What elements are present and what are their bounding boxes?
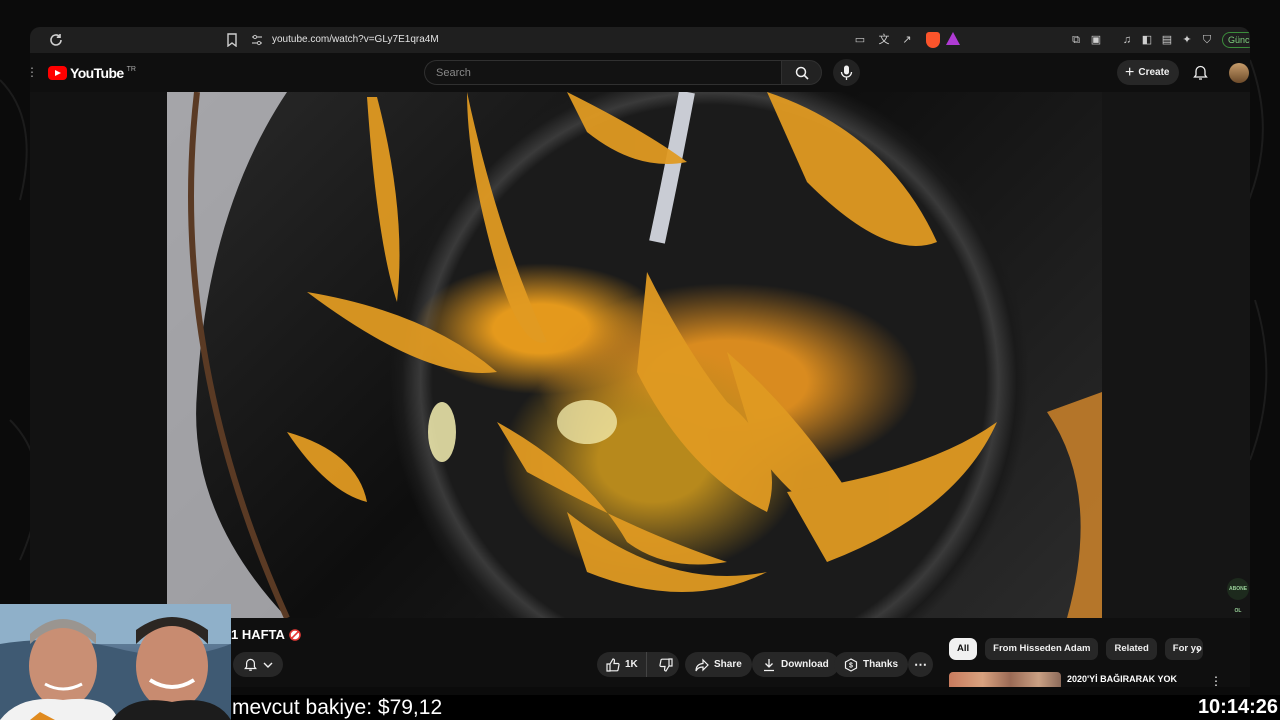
bell-icon[interactable] [1193, 65, 1208, 81]
menu-dots-icon[interactable]: ⋮ [1210, 674, 1222, 687]
like-dislike-group: 1K [597, 652, 679, 677]
thanks-icon: $ [844, 657, 858, 672]
dislike-icon [658, 657, 673, 672]
wallet-icon[interactable]: ▤ [1160, 33, 1174, 47]
video-thumbnail[interactable] [949, 672, 1061, 687]
brave-shields-icon[interactable] [926, 32, 940, 48]
chip-all[interactable]: All [949, 638, 978, 660]
more-actions-button[interactable]: ⋯ [908, 652, 933, 677]
no-entry-icon [289, 628, 301, 641]
media-icon[interactable]: ♫ [1120, 33, 1134, 47]
download-button[interactable]: Download [752, 652, 839, 677]
country-code: TR [126, 65, 136, 73]
youtube-logo-text: YouTube [70, 65, 124, 81]
cast-icon[interactable]: ▭ [853, 33, 867, 47]
recommendation-title[interactable]: 2020'Yİ BAĞIRARAK YOK ETMEKLE! -SENE 202… [1067, 673, 1187, 687]
plus-icon: + [1125, 63, 1135, 81]
leo-icon[interactable]: ▣ [1089, 33, 1103, 47]
ai-icon[interactable]: ✦ [1180, 33, 1194, 47]
search-icon [795, 66, 809, 80]
chevron-down-icon [263, 662, 272, 668]
webcam-overlay [0, 604, 231, 720]
search-box [424, 60, 781, 85]
youtube-logo[interactable]: YouTube TR [48, 65, 136, 81]
video-player[interactable] [167, 92, 1102, 618]
bell-icon [243, 658, 257, 671]
more-icon: ⋯ [914, 656, 927, 672]
notification-bell-button[interactable] [233, 652, 283, 677]
download-label: Download [781, 659, 829, 670]
share-icon [695, 658, 709, 671]
share-page-icon[interactable]: ↗ [900, 33, 914, 47]
video-title-text: 1 HAFTA [231, 627, 285, 642]
subscribe-badge[interactable]: ABONE OL [1227, 578, 1249, 614]
menu-dots-icon[interactable]: ⋮ [30, 65, 38, 79]
mic-icon [840, 65, 853, 80]
download-icon [764, 658, 774, 671]
create-label: Create [1138, 67, 1170, 78]
update-button[interactable]: Günc [1222, 32, 1250, 48]
youtube-header: ⋮ YouTube TR + Create [30, 53, 1250, 91]
chevron-right-icon[interactable]: › [1196, 641, 1201, 657]
thanks-label: Thanks [863, 659, 899, 670]
search-input[interactable] [425, 61, 781, 84]
sidebar-toggle-icon[interactable]: ◧ [1140, 33, 1154, 47]
share-label: Share [714, 659, 742, 670]
clock: 10:14:26 [1190, 695, 1280, 720]
search-button[interactable] [781, 60, 822, 85]
balance-text: mevcut bakiye: $79,12 [232, 696, 443, 719]
like-button[interactable]: 1K [597, 652, 647, 677]
extensions-icon[interactable]: ⧉ [1069, 33, 1083, 47]
list-item[interactable]: 2020'Yİ BAĞIRARAK YOK ETMEKLE! -SENE 202… [949, 672, 1229, 687]
like-count: 1K [625, 659, 638, 670]
site-info-icon[interactable] [250, 33, 264, 47]
translate-icon[interactable]: 文 [877, 33, 891, 47]
thanks-button[interactable]: $ Thanks [834, 652, 909, 677]
chip-related[interactable]: Related [1106, 638, 1157, 660]
bookmark-icon[interactable] [226, 33, 238, 47]
address-bar-url[interactable]: youtube.com/watch?v=GLy7E1qra4M [272, 34, 439, 45]
like-icon [606, 657, 620, 672]
chip-from-channel[interactable]: From Hisseden Adam [985, 638, 1099, 660]
ambient-left [30, 92, 167, 618]
recommendation-chips: All From Hisseden Adam Related For yo [949, 638, 1203, 660]
avatar[interactable] [1229, 63, 1249, 83]
voice-search-button[interactable] [833, 59, 860, 86]
brave-rewards-icon[interactable] [946, 32, 960, 45]
ambient-right [1102, 92, 1250, 618]
video-title: 1 HAFTA [231, 627, 301, 642]
create-button[interactable]: + Create [1117, 60, 1180, 85]
share-button[interactable]: Share [685, 652, 752, 677]
youtube-play-icon [48, 66, 67, 80]
browser-toolbar: youtube.com/watch?v=GLy7E1qra4M ▭ 文 ↗ ⧉ … [30, 27, 1250, 53]
browser-window: youtube.com/watch?v=GLy7E1qra4M ▭ 文 ↗ ⧉ … [30, 27, 1250, 687]
svg-text:$: $ [849, 662, 853, 669]
reload-icon[interactable] [48, 32, 64, 48]
vpn-icon[interactable]: ⛉ [1200, 33, 1214, 47]
dislike-button[interactable] [652, 652, 679, 677]
